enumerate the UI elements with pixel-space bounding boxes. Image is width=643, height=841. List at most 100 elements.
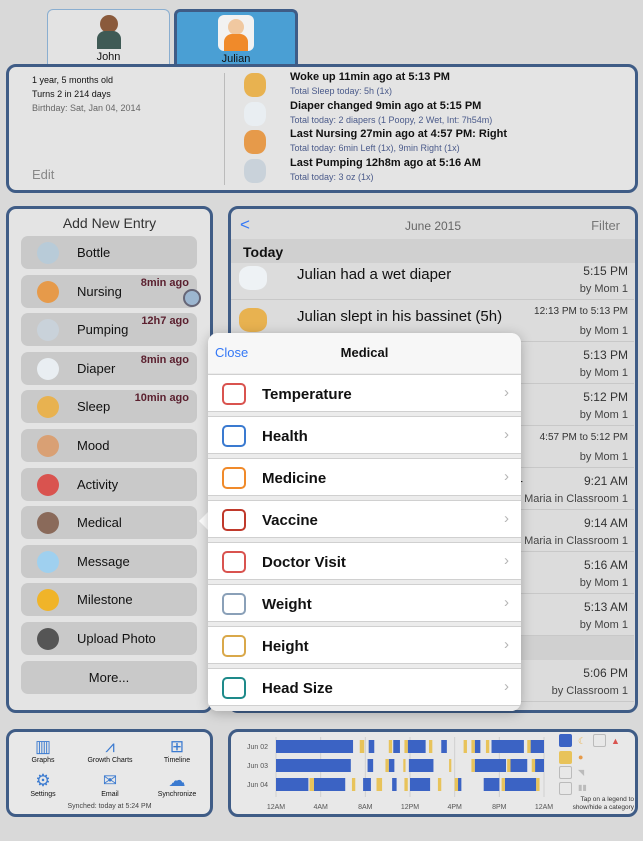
x-tick-label: 4AM [313, 804, 328, 811]
sleep-segment [410, 778, 431, 791]
entry-label: Upload Photo [77, 631, 156, 646]
envelope-button[interactable]: ✉ Email [80, 771, 140, 798]
turns-text: Turns 2 in 214 days [32, 89, 111, 99]
log-author: by Mom 1 [579, 325, 628, 337]
nursing-segment [536, 778, 540, 791]
entry-activity[interactable]: Activity [21, 467, 197, 501]
summary-detail: Total today: 6min Left (1x), 9min Right … [290, 143, 460, 153]
entry-more[interactable]: More... [21, 660, 197, 694]
timeline-button[interactable]: ⊞ Timeline [147, 737, 207, 764]
ruler-icon [222, 635, 246, 657]
sleep-segment [474, 740, 481, 753]
entry-diaper[interactable]: Diaper 8min ago [21, 351, 197, 385]
entry-label: Mood [77, 438, 110, 453]
medical-item-doctor-visit[interactable]: Doctor Visit › [208, 542, 521, 580]
legend-hint: Tap on a legend to show/hide a category [572, 796, 634, 811]
legend-pumping-toggle[interactable] [559, 782, 572, 795]
log-row[interactable]: Julian had a wet diaper 5:15 PM by Mom 1 [231, 258, 634, 300]
chevron-right-icon: › [504, 426, 509, 443]
scale-icon [222, 593, 246, 615]
entry-bottle[interactable]: Bottle [21, 236, 197, 269]
nursing-segment [388, 740, 393, 753]
legend-activity-toggle[interactable] [593, 734, 606, 747]
x-tick-label: 12AM [535, 804, 553, 811]
sleep-segment [393, 740, 400, 753]
sleep-segment [407, 740, 426, 753]
entry-message[interactable]: Message [21, 544, 197, 578]
summary-detail: Total today: 2 diapers (1 Poopy, 2 Wet, … [290, 114, 493, 125]
sleep-segment [441, 740, 447, 753]
medical-item-vaccine[interactable]: Vaccine › [208, 500, 521, 538]
log-title: Julian slept in his bassinet (5h) [297, 308, 503, 325]
nursing-segment [463, 740, 467, 753]
chevron-right-icon: › [504, 510, 509, 527]
sleep-segment [491, 740, 524, 753]
medical-item-height[interactable]: Height › [208, 626, 521, 664]
pumping-icon [244, 158, 266, 183]
nursing-segment [454, 778, 459, 791]
summary-detail: Total today: 3 oz (1x) [290, 171, 374, 182]
nursing-segment [404, 740, 408, 753]
legend-nursing-toggle[interactable] [559, 751, 572, 764]
growth-chart-button[interactable]: ⩘ Growth Charts [80, 737, 140, 764]
sleep-moon-icon [239, 308, 267, 332]
legend-diaper-toggle[interactable] [559, 766, 572, 779]
medical-popover: Close Medical Temperature › Health › Medicin… [208, 333, 521, 711]
medical-item-label: Medicine [262, 470, 327, 487]
log-time: 5:13 PM [583, 348, 628, 362]
medical-item-head-size[interactable]: Head Size › [208, 668, 521, 706]
nursing-segment [449, 759, 452, 772]
summary-title: Last Nursing 27min ago at 4:57 PM: Right [290, 128, 507, 140]
log-time: 9:14 AM [583, 516, 628, 530]
sleep-segment [313, 778, 346, 791]
filter-button[interactable]: Filter [591, 218, 620, 233]
legend-sleep-toggle[interactable] [559, 734, 572, 747]
tab-julian[interactable]: Julian [174, 9, 298, 67]
medical-item-label: Weight [262, 596, 312, 613]
entry-pumping[interactable]: Pumping 12h7 ago [21, 313, 197, 347]
nursing-icon [37, 280, 59, 303]
age-text: 1 year, 5 months old [32, 75, 114, 85]
entry-nursing[interactable]: Nursing 8min ago [21, 274, 201, 308]
nursing-segment [471, 740, 475, 753]
activity-blocks-icon [37, 473, 59, 496]
entry-medical[interactable]: Medical [21, 506, 197, 540]
medical-item-label: Vaccine [262, 512, 318, 529]
cloud-sync-button[interactable]: ☁ Synchronize [147, 771, 207, 798]
entry-mood[interactable]: Mood [21, 429, 197, 462]
diaper-icon [239, 266, 267, 290]
pumping-icon [37, 319, 59, 342]
medical-item-temperature[interactable]: Temperature › [208, 374, 521, 412]
bar-graph-button[interactable]: ▥ Graphs [13, 737, 73, 764]
tool-label: Synchronize [157, 791, 197, 798]
entry-label: Message [77, 553, 130, 569]
medical-item-health[interactable]: Health › [208, 416, 521, 454]
medical-item-weight[interactable]: Weight › [208, 584, 521, 622]
entry-label: Medical [77, 515, 122, 531]
gear-button[interactable]: ⚙ Settings [13, 771, 73, 798]
log-time: 12:13 PM to 5:13 PM [534, 306, 628, 317]
tab-john[interactable]: John [47, 9, 170, 65]
entry-sleep[interactable]: Sleep 10min ago [21, 390, 197, 424]
x-tick-label: 4PM [447, 804, 462, 811]
sync-status: Synched: today at 5:24 PM [67, 803, 152, 810]
log-author: by Mom 1 [579, 409, 628, 421]
medical-item-medicine[interactable]: Medicine › [208, 458, 521, 496]
timeline-icon: ⊞ [169, 737, 185, 756]
edit-button[interactable]: Edit [32, 167, 54, 182]
nursing-segment [404, 778, 408, 791]
sleep-segment [530, 740, 544, 753]
syringe-icon [222, 509, 246, 531]
add-entry-title: Add New Entry [62, 215, 157, 231]
chevron-right-icon: › [504, 636, 509, 653]
stopwatch-icon[interactable] [183, 288, 201, 307]
entry-upload-photo[interactable]: Upload Photo [21, 622, 197, 655]
star-icon [37, 589, 59, 612]
entry-label: Diaper [77, 360, 116, 376]
sleep-segment [276, 778, 309, 791]
chevron-right-icon: › [504, 594, 509, 611]
entry-milestone[interactable]: Milestone [21, 583, 197, 617]
log-time: 5:13 AM [583, 600, 628, 614]
tool-label: Email [101, 791, 119, 798]
stethoscope-icon [222, 425, 246, 447]
